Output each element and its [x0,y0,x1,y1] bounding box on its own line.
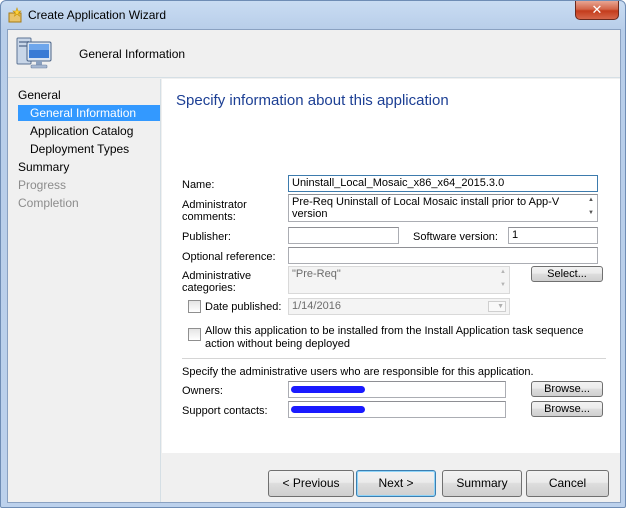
page-title: Specify information about this applicati… [176,92,449,109]
date-published-text: 1/14/2016 [292,300,341,312]
software-version-label: Software version: [413,231,498,243]
redaction-mark [291,386,365,393]
browse-owners-button[interactable]: Browse... [531,381,603,397]
admin-comments-text: Pre-Req Uninstall of Local Mosaic instal… [292,196,560,220]
wizard-navigation: General General Information Application … [8,79,161,502]
close-icon: ✕ [591,2,603,17]
close-button[interactable]: ✕ [575,1,619,20]
wizard-client-area: General Information General General Info… [7,29,621,503]
nav-item-summary[interactable]: Summary [18,159,69,175]
publisher-field[interactable] [288,227,399,244]
name-field[interactable]: Uninstall_Local_Mosaic_x86_x64_2015.3.0 [288,175,598,192]
nav-item-general-information[interactable]: General Information [18,105,160,121]
allow-task-sequence-install-checkbox[interactable] [188,328,201,341]
wizard-window: Create Application Wizard ✕ General Info… [0,0,626,508]
section-divider [182,358,606,359]
computer-monitor-icon [14,34,56,72]
name-label: Name: [182,179,215,191]
browse-support-contacts-button[interactable]: Browse... [531,401,603,417]
cancel-button[interactable]: Cancel [526,470,609,497]
nav-item-completion: Completion [18,196,79,210]
wizard-app-icon [8,7,24,23]
admin-comments-field[interactable]: Pre-Req Uninstall of Local Mosaic instal… [288,194,598,222]
allow-install-label-line1: Allow this application to be installed f… [205,325,584,337]
allow-install-label-line2: action without being deployed [205,338,350,350]
select-categories-button[interactable]: Select... [531,266,603,282]
date-published-field: 1/14/2016 ▼ [288,298,510,315]
optional-reference-field[interactable] [288,247,598,264]
nav-item-application-catalog[interactable]: Application Catalog [30,123,133,139]
wizard-page-header: General Information [79,47,186,61]
next-button[interactable]: Next > [356,470,436,497]
scroll-up-icon: ▲ [500,269,506,275]
admin-categories-field: "Pre-Req" ▲ ▼ [288,266,510,294]
calendar-dropdown-icon: ▼ [488,301,506,312]
date-published-label: Date published: [205,301,282,313]
general-information-page: Specify information about this applicati… [162,79,620,453]
admin-categories-label-line2: categories: [182,282,236,294]
admin-comments-label-line1: Administrator [182,199,247,211]
scroll-down-icon[interactable]: ▼ [586,210,596,216]
scroll-up-icon[interactable]: ▲ [586,197,596,203]
support-contacts-label: Support contacts: [182,405,268,417]
software-version-field[interactable]: 1 [508,227,598,244]
support-contacts-field [288,401,506,418]
summary-button[interactable]: Summary [442,470,522,497]
optional-reference-label: Optional reference: [182,251,276,263]
date-published-checkbox[interactable] [188,300,201,313]
nav-item-deployment-types[interactable]: Deployment Types [30,141,129,157]
admin-categories-label-line1: Administrative [182,270,252,282]
window-title: Create Application Wizard [28,8,167,22]
nav-item-general[interactable]: General [18,87,61,103]
publisher-label: Publisher: [182,231,231,243]
previous-button[interactable]: < Previous [268,470,354,497]
nav-item-progress: Progress [18,178,67,192]
title-bar: Create Application Wizard ✕ [1,1,625,29]
scroll-down-icon: ▼ [500,282,506,288]
redaction-mark [291,406,365,413]
wizard-header: General Information [8,30,620,78]
owners-field [288,381,506,398]
owners-label: Owners: [182,385,223,397]
responsible-users-text: Specify the administrative users who are… [182,366,534,378]
admin-categories-text: "Pre-Req" [292,268,341,280]
admin-comments-label-line2: comments: [182,211,236,223]
